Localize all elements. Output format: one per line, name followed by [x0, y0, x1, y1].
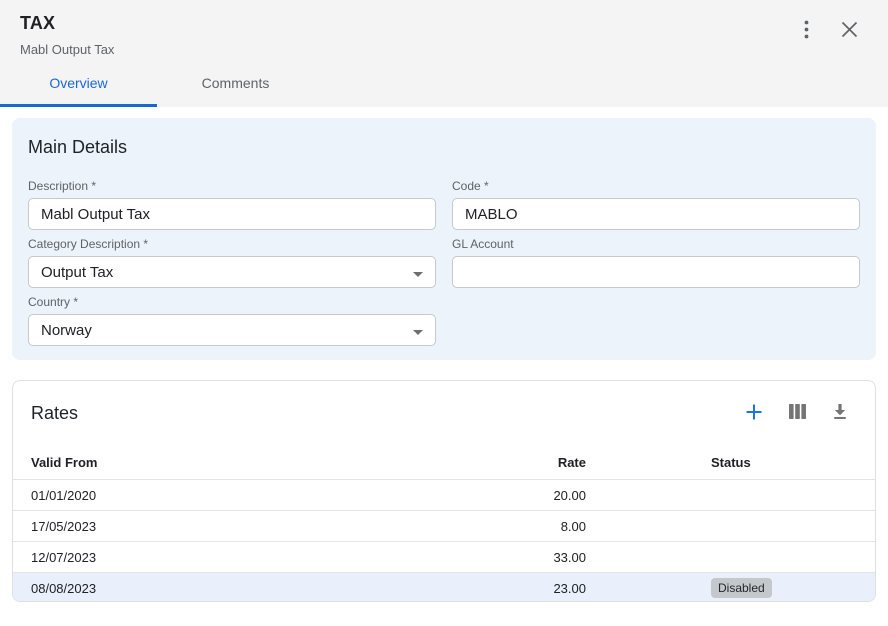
country-select[interactable]: Norway — [28, 314, 436, 346]
code-label: Code * — [452, 179, 860, 193]
valid-from-cell: 12/07/2023 — [13, 550, 473, 565]
table-row[interactable]: 01/01/2020 20.00 — [13, 479, 875, 510]
country-label: Country * — [28, 295, 436, 309]
column-header-rate: Rate — [473, 455, 586, 470]
download-icon — [832, 403, 848, 423]
description-field-group: Description * — [28, 179, 436, 230]
category-description-value: Output Tax — [41, 264, 113, 281]
gl-account-label: GL Account — [452, 237, 860, 251]
code-field-group: Code * — [452, 179, 860, 230]
add-rate-button[interactable] — [743, 401, 765, 426]
close-button[interactable] — [839, 19, 860, 43]
dialog-content: Main Details Description * Code * Catego… — [0, 107, 888, 602]
country-field-group: Country * Norway — [28, 295, 436, 346]
rates-header: Rates — [13, 381, 875, 445]
category-description-label: Category Description * — [28, 237, 436, 251]
country-value: Norway — [41, 322, 92, 339]
rates-section: Rates — [12, 380, 876, 602]
dialog-header: TAX Mabl Output Tax Overview — [0, 0, 888, 107]
tab-overview[interactable]: Overview — [0, 64, 157, 107]
tab-bar: Overview Comments — [0, 64, 314, 107]
vertical-ellipsis-icon — [804, 20, 809, 42]
valid-from-cell: 01/01/2020 — [13, 488, 473, 503]
valid-from-cell: 17/05/2023 — [13, 519, 473, 534]
column-header-status: Status — [586, 455, 875, 470]
column-settings-button[interactable] — [787, 401, 808, 425]
rates-table-header-row: Valid From Rate Status — [13, 445, 875, 479]
rate-cell: 20.00 — [473, 488, 586, 503]
rates-title: Rates — [31, 400, 78, 426]
gl-account-field-group: GL Account — [452, 237, 860, 288]
main-details-section: Main Details Description * Code * Catego… — [12, 118, 876, 360]
description-label: Description * — [28, 179, 436, 193]
rate-cell: 8.00 — [473, 519, 586, 534]
tab-overview-label: Overview — [49, 75, 107, 91]
description-input[interactable] — [28, 198, 436, 230]
table-row[interactable]: 17/05/2023 8.00 — [13, 510, 875, 541]
columns-icon — [789, 403, 806, 423]
close-icon — [841, 21, 858, 41]
caret-down-icon — [413, 264, 423, 281]
status-cell: Disabled — [586, 578, 875, 598]
category-description-select[interactable]: Output Tax — [28, 256, 436, 288]
page-subtitle: Mabl Output Tax — [20, 42, 114, 58]
code-input[interactable] — [452, 198, 860, 230]
rates-toolbar — [743, 401, 850, 426]
table-row[interactable]: 12/07/2023 33.00 — [13, 541, 875, 572]
gl-account-input[interactable] — [452, 256, 860, 288]
rate-cell: 23.00 — [473, 581, 586, 596]
table-row-selected[interactable]: 08/08/2023 23.00 Disabled — [13, 572, 875, 602]
category-description-field-group: Category Description * Output Tax — [28, 237, 436, 288]
rate-cell: 33.00 — [473, 550, 586, 565]
valid-from-cell: 08/08/2023 — [13, 581, 473, 596]
rates-table: Valid From Rate Status 01/01/2020 20.00 … — [13, 445, 875, 602]
title-block: TAX Mabl Output Tax — [20, 12, 114, 58]
main-details-form: Description * Code * Category Descriptio… — [28, 179, 860, 346]
tab-comments-label: Comments — [202, 75, 270, 91]
download-button[interactable] — [830, 401, 850, 425]
caret-down-icon — [413, 322, 423, 339]
column-header-valid-from: Valid From — [13, 455, 473, 470]
status-badge: Disabled — [711, 578, 772, 598]
add-icon — [745, 403, 763, 424]
header-actions — [802, 12, 860, 44]
main-details-title: Main Details — [28, 134, 860, 160]
tax-dialog: TAX Mabl Output Tax Overview — [0, 0, 888, 602]
more-options-button[interactable] — [802, 18, 811, 44]
page-title: TAX — [20, 12, 114, 34]
tab-comments[interactable]: Comments — [157, 64, 314, 107]
